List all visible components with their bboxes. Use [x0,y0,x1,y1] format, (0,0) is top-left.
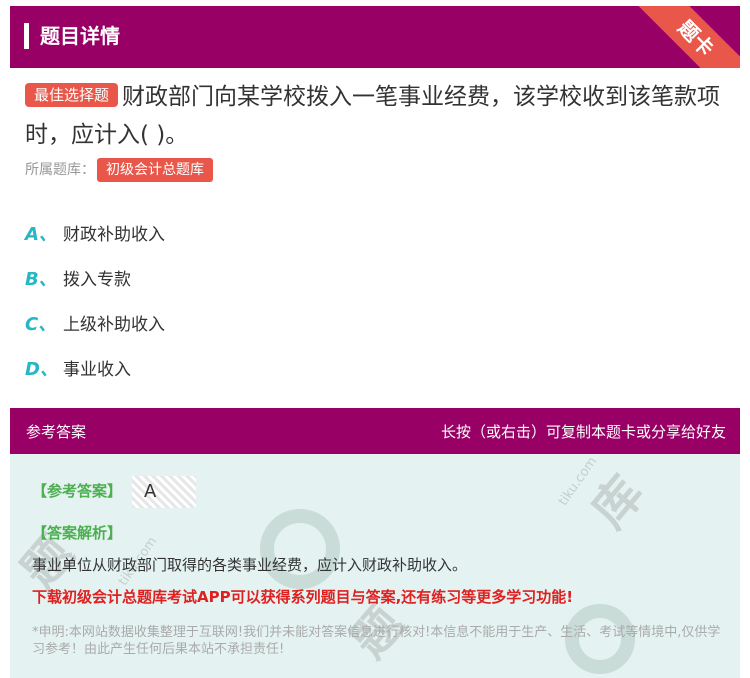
analysis-label: 【答案解析】 [32,524,123,542]
option-letter: D、 [25,358,58,380]
question-type-tag: 最佳选择题 [25,83,119,107]
watermark-circle [260,509,340,589]
page-title: 题目详情 [40,24,120,48]
answer-header-title: 参考答案 [26,423,87,441]
option-c[interactable]: C、 上级补助收入 [25,300,165,345]
option-text: 事业收入 [63,360,131,380]
option-a[interactable]: A、 财政补助收入 [25,210,165,255]
option-text: 财政补助收入 [63,225,165,245]
answer-panel: 题 题 库 tiku.com tiku.com 【参考答案】 A 【答案解析】 … [10,454,740,678]
question-text: 财政部门向某学校拨入一笔事业经费，该学校收到该笔款项时，应计入( )。 [25,84,721,148]
answer-header: 参考答案 长按（或右击）可复制本题卡或分享给好友 [10,408,740,454]
option-d[interactable]: D、 事业收入 [25,345,165,390]
share-hint: 长按（或右击）可复制本题卡或分享给好友 [440,423,726,441]
analysis-text: 事业单位从财政部门取得的各类事业经费，应计入财政补助收入。 [32,556,468,574]
option-letter: C、 [25,313,57,335]
header-accent-bar [24,23,29,49]
option-text: 上级补助收入 [63,315,165,335]
page-header: 题目详情 题卡 [10,6,740,68]
answer-value: A [132,476,196,508]
bank-label: 所属题库： [25,162,95,178]
option-letter: B、 [25,268,57,290]
question-block: 最佳选择题 财政部门向某学校拨入一笔事业经费，该学校收到该笔款项时，应计入( )。 [25,78,725,154]
disclaimer: *申明:本网站数据收集整理于互联网!我们并未能对答案信息进行核对!本信息不能用于… [32,625,721,657]
option-b[interactable]: B、 拨入专款 [25,255,165,300]
option-text: 拨入专款 [63,270,131,290]
options-list: A、 财政补助收入 B、 拨入专款 C、 上级补助收入 D、 事业收入 [25,210,165,390]
bank-tag[interactable]: 初级会计总题库 [97,158,213,182]
app-download-promo[interactable]: 下载初级会计总题库考试APP可以获得系列题目与答案,还有练习等更多学习功能! [32,586,573,607]
option-letter: A、 [25,223,57,245]
answer-label: 【参考答案】 [32,482,123,500]
question-bank: 所属题库： 初级会计总题库 [25,158,213,182]
corner-ribbon: 题卡 [626,6,740,68]
question-text-wrapper: 最佳选择题 财政部门向某学校拨入一笔事业经费，该学校收到该笔款项时，应计入( )。 [25,78,725,154]
